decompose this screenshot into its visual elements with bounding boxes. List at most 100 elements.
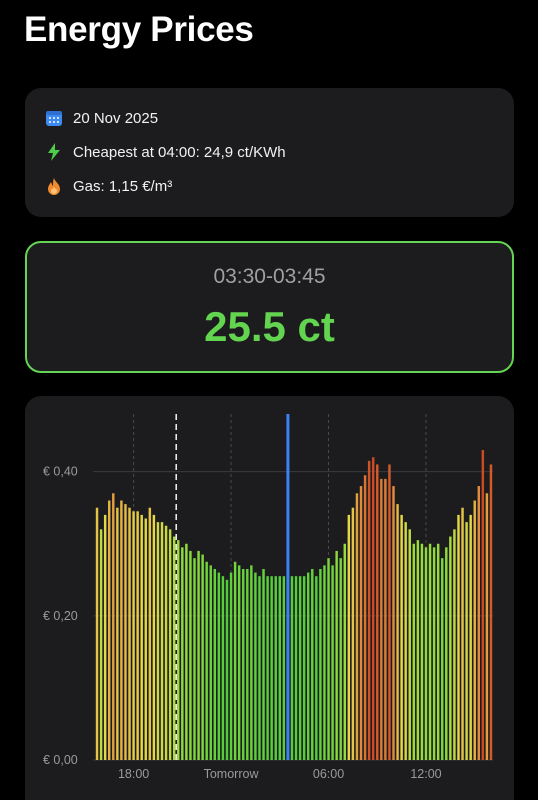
price-bar <box>156 522 160 760</box>
price-bar <box>477 486 481 760</box>
price-bar <box>225 579 229 760</box>
price-bar <box>489 464 493 760</box>
price-bar <box>213 568 217 760</box>
price-bar <box>120 500 123 760</box>
price-bar <box>367 460 371 760</box>
price-bar <box>363 475 367 760</box>
price-bar <box>124 504 127 760</box>
price-bar <box>221 576 225 760</box>
price-bar <box>168 529 172 760</box>
price-bar <box>465 522 468 760</box>
page-title: Energy Prices <box>24 10 254 49</box>
price-bar <box>189 550 192 760</box>
price-bar <box>140 514 143 760</box>
price-bar <box>197 550 200 760</box>
price-bar <box>302 576 306 760</box>
price-bar <box>144 518 147 760</box>
gas-row: Gas: 1,15 €/m³ <box>45 174 172 198</box>
price-bar <box>408 529 411 760</box>
lightning-bolt-icon <box>48 143 60 161</box>
price-bar <box>445 547 448 760</box>
price-bar <box>128 507 131 760</box>
price-bar <box>355 493 359 760</box>
price-bar <box>485 493 489 760</box>
price-bar <box>136 511 139 760</box>
price-bar <box>177 540 180 760</box>
price-bar <box>164 525 168 760</box>
price-bar <box>432 547 436 760</box>
gas-text: Gas: 1,15 €/m³ <box>73 177 173 195</box>
price-bar <box>347 514 351 760</box>
price-bar <box>250 565 253 760</box>
price-bar <box>266 576 269 760</box>
x-tick-label: 18:00 <box>118 767 149 781</box>
price-bar <box>278 576 282 760</box>
y-tick-label: € 0,00 <box>43 753 78 767</box>
price-bar <box>339 558 342 760</box>
price-bar <box>242 568 245 760</box>
price-bar <box>217 572 221 760</box>
price-bar <box>193 558 196 760</box>
price-bar <box>436 543 440 760</box>
price-bar <box>461 507 464 760</box>
price-bar <box>392 486 395 760</box>
price-bar <box>201 554 204 760</box>
price-bar <box>258 576 261 760</box>
current-price-value: 25.5 ct <box>204 303 335 350</box>
date-row: 20 Nov 2025 <box>45 106 158 130</box>
price-bar <box>311 568 314 760</box>
info-card: 20 Nov 2025 Cheapest at 04:00: 24,9 ct/K… <box>25 88 514 217</box>
cheapest-row: Cheapest at 04:00: 24,9 ct/KWh <box>45 140 286 164</box>
price-bar <box>371 457 375 760</box>
price-bar <box>112 493 115 760</box>
price-bar <box>449 536 452 760</box>
price-bar <box>323 565 326 760</box>
price-bar <box>95 507 99 760</box>
price-bar <box>274 576 277 760</box>
price-bar <box>327 558 330 760</box>
price-bar <box>424 547 428 760</box>
price-bar <box>148 507 152 760</box>
price-bar <box>262 568 265 760</box>
price-bar <box>270 576 273 760</box>
price-bar <box>107 500 111 760</box>
x-tick-label: Tomorrow <box>204 767 260 781</box>
price-bar <box>343 543 346 760</box>
price-bar <box>380 478 383 760</box>
price-bar <box>282 576 286 760</box>
price-chart-card[interactable]: € 0,00 € 0,20 € 0,40 18:00 Tomorrow 06:00 12:0… <box>25 396 514 800</box>
price-bar <box>254 572 257 760</box>
price-bar <box>384 478 387 760</box>
price-bar <box>457 514 460 760</box>
date-text: 20 Nov 2025 <box>73 109 159 127</box>
x-tick-label: 06:00 <box>313 767 344 781</box>
price-bar <box>160 522 164 760</box>
price-bar <box>290 576 294 760</box>
price-bar <box>298 576 302 760</box>
price-bar <box>396 504 399 760</box>
y-tick-label: € 0,20 <box>43 609 78 623</box>
price-bar <box>400 514 403 760</box>
price-bar <box>319 568 322 760</box>
price-bar <box>388 464 391 760</box>
price-bar <box>469 514 472 760</box>
cheapest-text: Cheapest at 04:00: 24,9 ct/KWh <box>73 143 286 161</box>
price-bar <box>132 511 135 760</box>
price-bar <box>315 576 318 760</box>
price-bar <box>335 550 338 760</box>
price-bar <box>152 514 156 760</box>
price-bar <box>181 547 184 760</box>
price-bar <box>246 568 249 760</box>
price-bar <box>473 500 476 760</box>
price-bar <box>416 540 420 760</box>
price-bar <box>103 514 107 760</box>
current-price-card[interactable]: 03:30-03:45 25.5 ct <box>25 241 514 373</box>
price-bar <box>185 543 188 760</box>
price-bar-chart[interactable]: € 0,00 € 0,20 € 0,40 18:00 Tomorrow 06:00 12:0… <box>25 396 514 800</box>
price-bar <box>351 507 355 760</box>
price-bar <box>453 529 456 760</box>
price-bar <box>209 565 212 760</box>
current-time-range: 03:30-03:45 <box>213 265 326 288</box>
price-bar <box>99 529 103 760</box>
price-bar <box>237 565 241 760</box>
